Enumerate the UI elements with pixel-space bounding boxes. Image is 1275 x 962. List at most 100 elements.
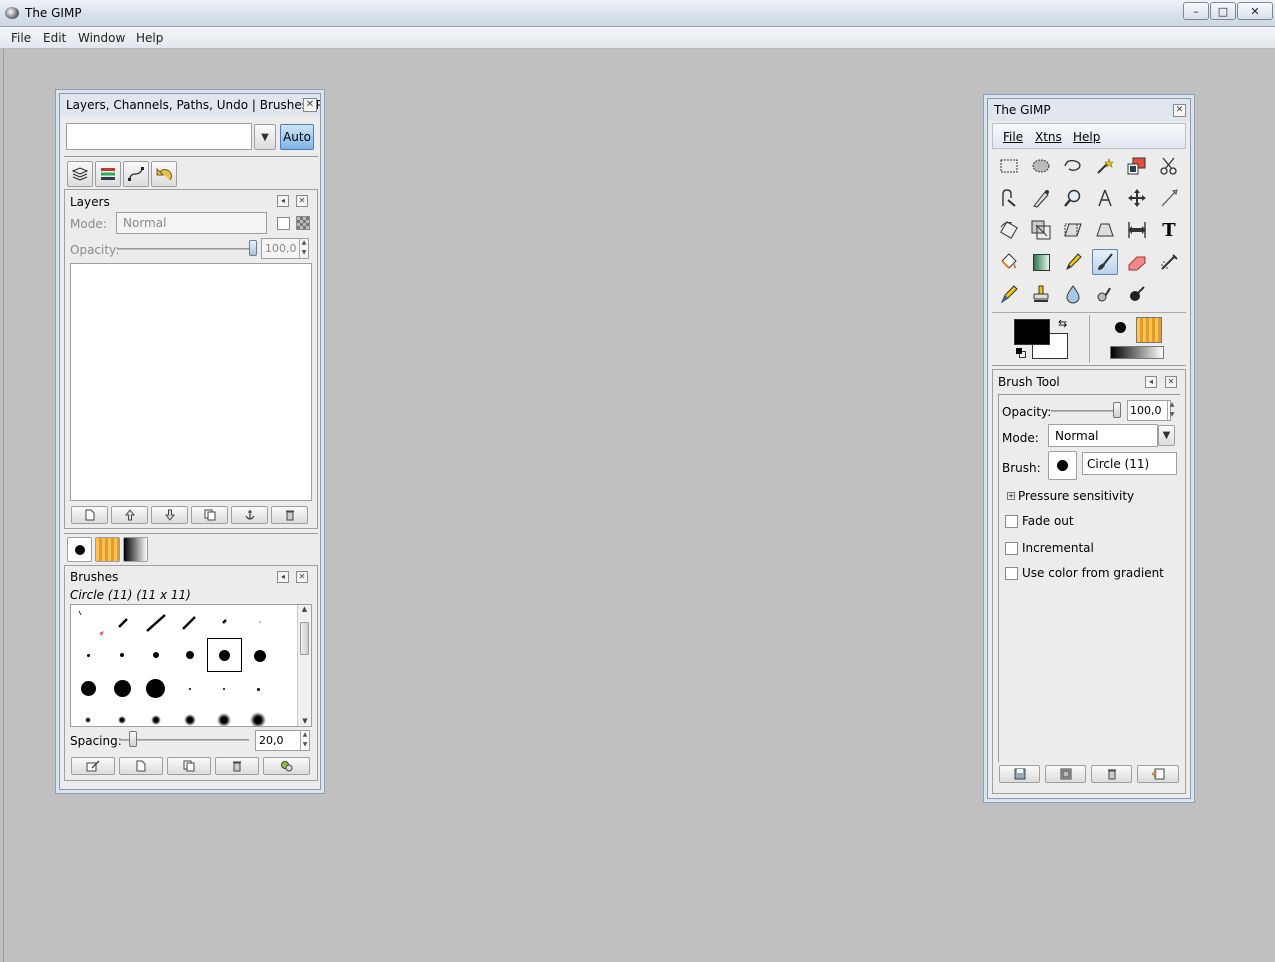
- spacing-spinner[interactable]: ▲ ▼: [300, 731, 309, 750]
- delete-brush-button[interactable]: [215, 757, 259, 775]
- panel-close-icon[interactable]: ✕: [296, 195, 308, 207]
- airbrush-tool-icon[interactable]: [1156, 249, 1182, 275]
- brush-item[interactable]: [217, 713, 231, 726]
- auto-button[interactable]: Auto: [280, 124, 314, 150]
- layer-mode-select[interactable]: Normal: [116, 212, 267, 234]
- move-tool-icon[interactable]: [1124, 185, 1150, 211]
- pressure-sensitivity-expander[interactable]: Pressure sensitivity: [1018, 489, 1134, 503]
- layer-opacity-thumb[interactable]: [249, 240, 257, 256]
- rect-select-tool-icon[interactable]: [996, 153, 1022, 179]
- scroll-thumb[interactable]: [300, 622, 309, 655]
- patterns-tab-icon[interactable]: [95, 537, 120, 562]
- refresh-brushes-button[interactable]: [263, 757, 310, 775]
- delete-options-button[interactable]: [1091, 765, 1132, 783]
- brush-opacity-spinner[interactable]: ▲ ▼: [1167, 401, 1176, 420]
- restore-options-button[interactable]: [1045, 765, 1086, 783]
- paths-tab-icon[interactable]: [123, 161, 149, 187]
- scroll-up-icon[interactable]: ▲: [298, 605, 311, 613]
- brush-item[interactable]: [85, 717, 91, 723]
- clone-tool-icon[interactable]: [1028, 281, 1054, 307]
- perspective-tool-icon[interactable]: [1092, 217, 1118, 243]
- menu-edit[interactable]: Edit: [43, 31, 66, 45]
- tool-options-close-icon[interactable]: ✕: [1165, 376, 1177, 388]
- brushes-tab-icon[interactable]: [67, 537, 92, 562]
- select-by-color-tool-icon[interactable]: [1124, 153, 1150, 179]
- ellipse-select-tool-icon[interactable]: [1028, 153, 1054, 179]
- anchor-layer-button[interactable]: [231, 506, 268, 524]
- spacing-thumb[interactable]: [129, 731, 137, 747]
- brushes-close-icon[interactable]: ✕: [296, 571, 308, 583]
- dock-close-icon[interactable]: ✕: [303, 98, 317, 112]
- save-options-button[interactable]: [999, 765, 1040, 783]
- duplicate-layer-button[interactable]: [191, 506, 228, 524]
- fuzzy-select-tool-icon[interactable]: [1092, 153, 1118, 179]
- duplicate-brush-button[interactable]: [167, 757, 211, 775]
- incremental-checkbox[interactable]: [1005, 542, 1018, 555]
- smudge-tool-icon[interactable]: [1092, 281, 1118, 307]
- foreground-color-swatch[interactable]: [1014, 319, 1050, 345]
- panel-menu-icon[interactable]: ◂: [277, 195, 289, 207]
- brush-preview-button[interactable]: [1048, 451, 1077, 480]
- brush-item[interactable]: [81, 681, 96, 696]
- bucket-fill-tool-icon[interactable]: [996, 249, 1022, 275]
- brushes-grid[interactable]: ▲ ▼: [70, 604, 312, 727]
- brush-item[interactable]: [257, 688, 260, 691]
- default-colors-icon[interactable]: [1016, 348, 1026, 358]
- brush-item[interactable]: [146, 679, 165, 698]
- gradients-tab-icon[interactable]: [123, 537, 148, 562]
- brush-item[interactable]: [114, 680, 131, 697]
- ink-tool-icon[interactable]: [996, 281, 1022, 307]
- layers-tab-icon[interactable]: [67, 161, 93, 187]
- image-selector[interactable]: [66, 123, 252, 150]
- lock-alpha-checkbox[interactable]: [277, 217, 290, 230]
- brush-name-field[interactable]: Circle (11): [1082, 452, 1177, 475]
- brushes-menu-icon[interactable]: ◂: [277, 571, 289, 583]
- edit-brush-button[interactable]: [71, 757, 115, 775]
- active-pattern-indicator[interactable]: [1136, 317, 1162, 343]
- brush-item[interactable]: [153, 652, 159, 658]
- blur-sharpen-tool-icon[interactable]: [1060, 281, 1086, 307]
- scale-tool-icon[interactable]: [1028, 217, 1054, 243]
- zoom-tool-icon[interactable]: [1060, 185, 1086, 211]
- brush-opacity-slider[interactable]: [1051, 410, 1121, 412]
- lower-layer-button[interactable]: [151, 506, 188, 524]
- brush-item[interactable]: [120, 653, 124, 657]
- brushes-scrollbar[interactable]: ▲ ▼: [297, 605, 311, 726]
- brush-item[interactable]: [223, 688, 225, 690]
- spacing-slider[interactable]: [119, 739, 249, 741]
- delete-layer-button[interactable]: [271, 506, 308, 524]
- new-layer-button[interactable]: [71, 506, 108, 524]
- toolbox-close-icon[interactable]: ✕: [1173, 104, 1186, 117]
- toolbox-menu-help[interactable]: Help: [1073, 130, 1100, 144]
- raise-layer-button[interactable]: [111, 506, 148, 524]
- blend-tool-icon[interactable]: [1028, 249, 1054, 275]
- brush-mode-select[interactable]: Normal: [1048, 424, 1158, 447]
- brush-item[interactable]: [118, 716, 126, 724]
- maximize-button[interactable]: □: [1210, 2, 1236, 20]
- shear-tool-icon[interactable]: [1060, 217, 1086, 243]
- new-brush-button[interactable]: [119, 757, 163, 775]
- expand-icon[interactable]: +: [1007, 492, 1015, 500]
- menu-help[interactable]: Help: [136, 31, 163, 45]
- image-selector-dropdown-icon[interactable]: ▼: [254, 124, 276, 150]
- pencil-tool-icon[interactable]: [1060, 249, 1086, 275]
- minimize-button[interactable]: –: [1183, 2, 1209, 20]
- toolbox-menu-xtns[interactable]: Xtns: [1035, 130, 1062, 144]
- swap-colors-icon[interactable]: ⇆: [1058, 317, 1067, 330]
- free-select-tool-icon[interactable]: [1060, 153, 1086, 179]
- selected-brush-item[interactable]: [207, 638, 242, 672]
- flip-tool-icon[interactable]: [1124, 217, 1150, 243]
- brush-item[interactable]: [250, 712, 266, 726]
- active-brush-indicator[interactable]: [1115, 322, 1126, 333]
- brush-item[interactable]: [186, 651, 194, 659]
- crop-tool-icon[interactable]: [1156, 185, 1182, 211]
- tool-options-menu-icon[interactable]: ◂: [1145, 376, 1157, 388]
- layer-opacity-slider[interactable]: [117, 248, 257, 250]
- close-window-button[interactable]: ✕: [1237, 2, 1273, 20]
- active-gradient-indicator[interactable]: [1110, 346, 1164, 359]
- toolbox-menu-file[interactable]: File: [1003, 130, 1023, 144]
- fade-out-checkbox[interactable]: [1005, 515, 1018, 528]
- brush-item[interactable]: [254, 650, 266, 662]
- rotate-tool-icon[interactable]: [996, 217, 1022, 243]
- brush-opacity-value[interactable]: 100,0: [1127, 400, 1171, 421]
